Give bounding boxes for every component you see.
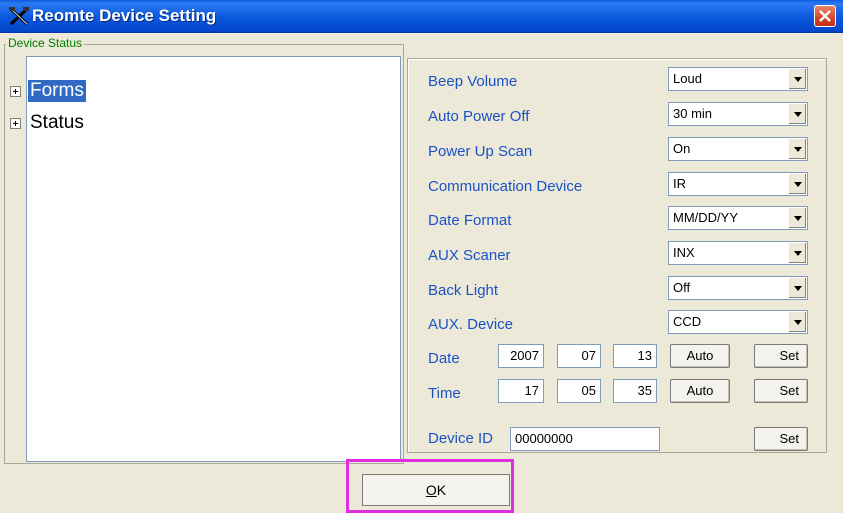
beep-volume-value: Loud: [673, 71, 702, 86]
expand-icon[interactable]: [10, 86, 21, 97]
auto-power-off-label: Auto Power Off: [428, 108, 530, 125]
date-auto-button[interactable]: Auto: [670, 344, 730, 368]
ok-label-rest: K: [436, 482, 447, 498]
communication-device-value: IR: [673, 176, 686, 191]
beep-volume-label: Beep Volume: [428, 73, 518, 90]
date-format-value: MM/DD/YY: [673, 210, 738, 225]
title-bar: Reomte Device Setting: [0, 0, 843, 33]
device-id-label: Device ID: [428, 430, 494, 447]
tools-icon: [9, 7, 29, 26]
date-format-select[interactable]: MM/DD/YY: [668, 206, 808, 230]
chevron-down-icon[interactable]: [788, 139, 806, 159]
tree-item-label[interactable]: Forms: [28, 80, 86, 102]
time-set-button[interactable]: Set: [754, 379, 808, 403]
device-status-group: [4, 44, 404, 464]
ok-button[interactable]: OK: [362, 474, 510, 506]
chevron-down-icon[interactable]: [788, 243, 806, 263]
power-up-scan-label: Power Up Scan: [428, 143, 533, 160]
date-month-field[interactable]: 07: [557, 344, 601, 368]
window-title: Reomte Device Setting: [32, 6, 217, 25]
time-auto-button[interactable]: Auto: [670, 379, 730, 403]
aux-device-value: CCD: [673, 314, 702, 329]
time-hour-field[interactable]: 17: [498, 379, 544, 403]
aux-scaner-select[interactable]: INX: [668, 241, 808, 265]
back-light-select[interactable]: Off: [668, 276, 808, 300]
date-set-button[interactable]: Set: [754, 344, 808, 368]
date-year-field[interactable]: 2007: [498, 344, 544, 368]
device-id-field[interactable]: 00000000: [510, 427, 660, 451]
time-second-field[interactable]: 35: [613, 379, 657, 403]
chevron-down-icon[interactable]: [788, 278, 806, 298]
time-minute-field[interactable]: 05: [557, 379, 601, 403]
close-icon: [819, 10, 831, 22]
back-light-value: Off: [673, 280, 691, 295]
expand-icon[interactable]: [10, 118, 21, 129]
aux-device-label: AUX. Device: [428, 316, 514, 333]
chevron-down-icon[interactable]: [788, 208, 806, 228]
chevron-down-icon[interactable]: [788, 312, 806, 332]
aux-scaner-value: INX: [673, 245, 695, 260]
communication-device-select[interactable]: IR: [668, 172, 808, 196]
chevron-down-icon[interactable]: [788, 174, 806, 194]
communication-device-label: Communication Device: [428, 178, 583, 195]
chevron-down-icon[interactable]: [788, 104, 806, 124]
aux-scaner-label: AUX Scaner: [428, 247, 511, 264]
auto-power-off-select[interactable]: 30 min: [668, 102, 808, 126]
date-label: Date: [428, 350, 460, 367]
device-status-label: Device Status: [6, 36, 85, 50]
tree-item-label[interactable]: Status: [28, 112, 86, 134]
back-light-label: Back Light: [428, 282, 499, 299]
auto-power-off-value: 30 min: [673, 106, 713, 121]
aux-device-select[interactable]: CCD: [668, 310, 808, 334]
date-day-field[interactable]: 13: [613, 344, 657, 368]
close-button[interactable]: [814, 5, 836, 27]
beep-volume-select[interactable]: Loud: [668, 67, 808, 91]
chevron-down-icon[interactable]: [788, 69, 806, 89]
device-id-set-button[interactable]: Set: [754, 427, 808, 451]
power-up-scan-value: On: [673, 141, 691, 156]
power-up-scan-select[interactable]: On: [668, 137, 808, 161]
date-format-label: Date Format: [428, 212, 512, 229]
time-label: Time: [428, 385, 461, 402]
ok-hotkey-char: O: [425, 482, 437, 498]
